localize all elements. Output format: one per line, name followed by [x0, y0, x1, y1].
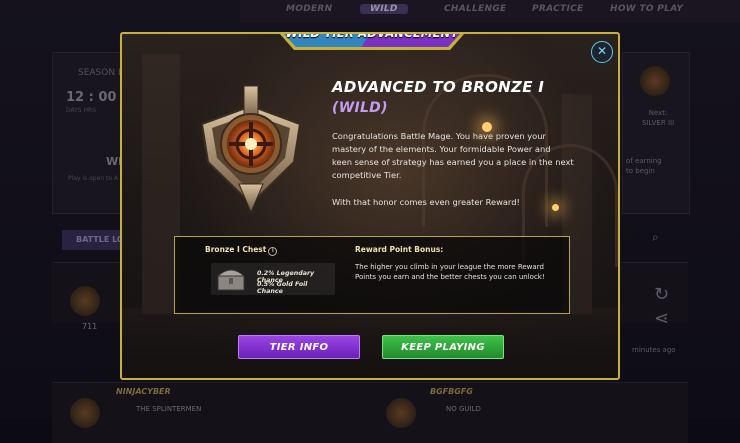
congrats-paragraph: Congratulations Battle Mage. You have pr… [332, 130, 602, 182]
earning-line: of earning [626, 157, 662, 165]
paragraph-line: Congratulations Battle Mage. You have pr… [332, 131, 546, 141]
bonus-line: Points you earn and the better chests yo… [355, 273, 545, 281]
battle-time: minutes ago [632, 346, 676, 354]
format-subheading: (WILD) [332, 100, 388, 116]
player-name[interactable]: NINJACYBER [116, 387, 171, 396]
refresh-icon[interactable]: ↻ [654, 284, 669, 305]
tab-modern[interactable]: MODERN [286, 4, 333, 14]
next-tier-emblem [640, 66, 670, 96]
player-emblem [70, 398, 100, 428]
chest-icon [216, 269, 246, 291]
share-icon[interactable]: ⋖ [654, 308, 669, 329]
opponent-name[interactable]: BGFBGFG [430, 387, 473, 396]
chest-title-row: Bronze I Chest i [205, 245, 278, 256]
backdrop-floor [122, 308, 618, 378]
earning-text: of earning to begin [626, 156, 662, 176]
search-icon[interactable]: ⌕ [652, 230, 659, 245]
bonus-line: The higher you climb in your league the … [355, 263, 544, 271]
reward-panel: Bronze I Chest i 0.2% Legendary Chance 0.… [174, 236, 570, 314]
play-open-text: Play is open to A [68, 175, 119, 182]
banner-title: WILD TIER ADVANCEMENT [285, 32, 459, 40]
paragraph-line: mastery of the elements. Your formidable… [332, 144, 551, 154]
battle-log-button[interactable]: BATTLE LO [62, 230, 124, 250]
tier-info-button[interactable]: TIER INFO [238, 335, 360, 359]
reward-bonus-text: The higher you climb in your league the … [355, 262, 555, 282]
next-tier-name: SILVER III [642, 119, 675, 127]
keep-playing-button[interactable]: KEEP PLAYING [382, 335, 504, 359]
advancement-heading: ADVANCED TO BRONZE I [332, 78, 545, 96]
info-icon[interactable]: i [268, 247, 278, 256]
top-nav: MODERN WILD CHALLENGE PRACTICE HOW TO PL… [240, 0, 740, 22]
player-rating: 711 [82, 322, 98, 331]
opponent-guild: NO GUILD [446, 405, 481, 413]
tab-practice[interactable]: PRACTICE [532, 4, 583, 14]
bronze-tier-badge-icon [200, 85, 302, 214]
tab-wild[interactable]: WILD [360, 4, 408, 14]
season-timer: 12 : 00 : [66, 90, 127, 105]
reward-teaser: With that honor comes even greater Rewar… [332, 197, 520, 207]
next-tier-text: Next: SILVER III [642, 108, 674, 128]
season-label: SEASON E [78, 68, 124, 78]
paragraph-line: competitive Tier. [332, 170, 402, 180]
player-emblem [386, 398, 416, 428]
tier-advancement-modal: WILD TIER ADVANCEMENT ✕ ADVANCED TO BRON… [120, 32, 620, 380]
tab-how-to-play[interactable]: HOW TO PLAY [610, 4, 683, 14]
banner-title-wrap: WILD TIER ADVANCEMENT [272, 32, 472, 62]
paragraph-line: keen sense of strategy has earned you a … [332, 157, 574, 167]
tab-challenge[interactable]: CHALLENGE [444, 4, 507, 14]
next-label: Next: [648, 109, 668, 117]
player-emblem [70, 286, 100, 316]
player-guild: THE SPLINTERMEN [136, 405, 202, 413]
reward-bonus-title: Reward Point Bonus: [355, 245, 444, 254]
gold-foil-chance: 0.5% Gold Foil Chance [257, 281, 308, 295]
chest-title: Bronze I Chest [205, 245, 267, 254]
timer-units: DAYS HRS [66, 107, 97, 114]
chest-card: 0.2% Legendary Chance 0.5% Gold Foil Cha… [211, 263, 335, 295]
close-button[interactable]: ✕ [591, 41, 613, 63]
begin-line: to begin [626, 167, 655, 175]
